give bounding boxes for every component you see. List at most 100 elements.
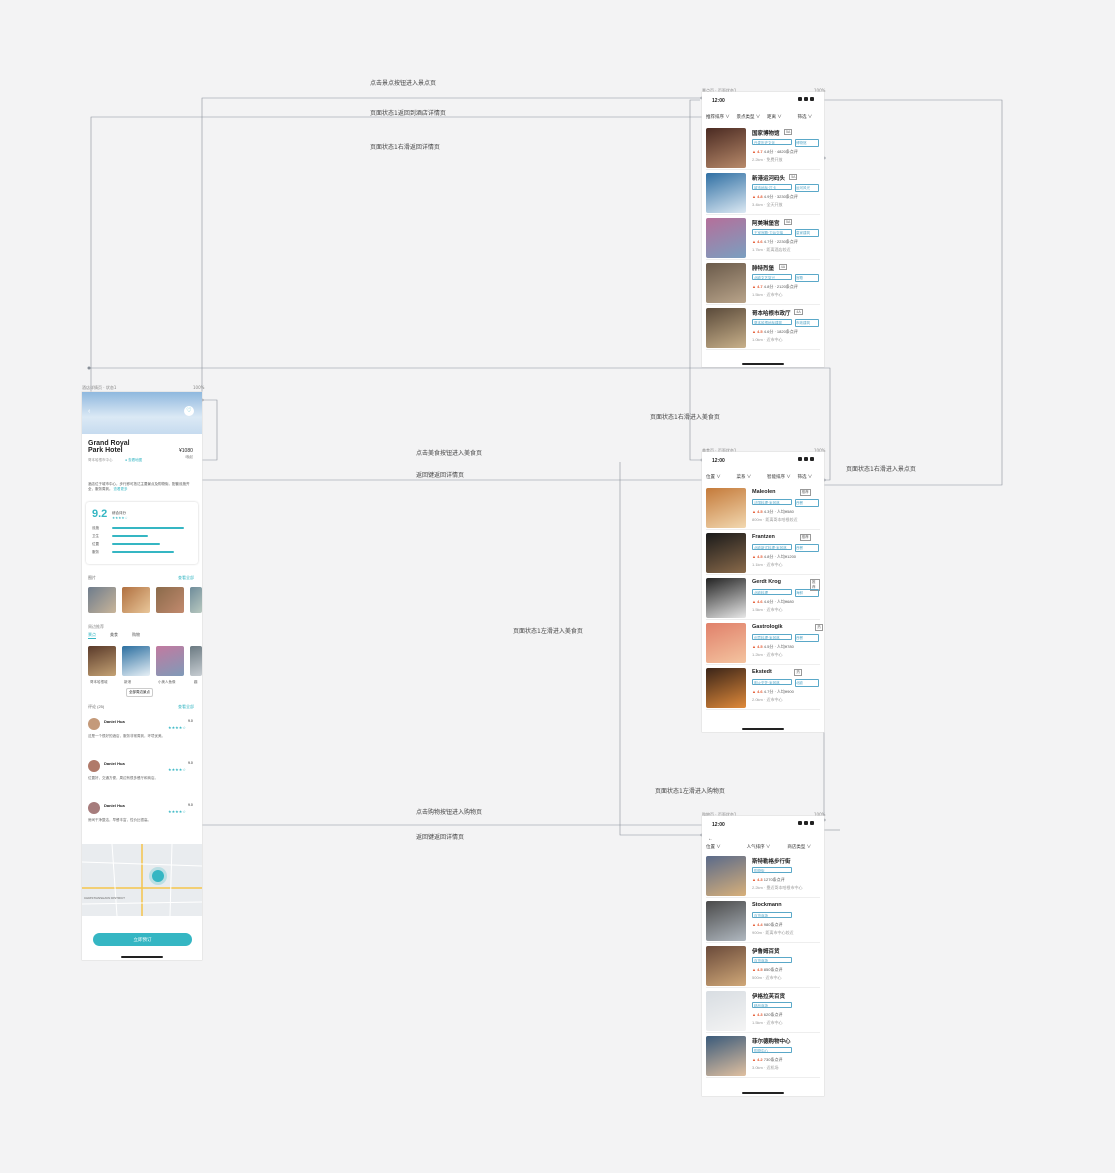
tab-attractions[interactable]: 景点 — [88, 632, 96, 639]
item-meta: 980条点评 — [763, 922, 783, 927]
hotel-address: 哥本哈根市中心 — [88, 458, 113, 462]
shopping-list-screen: 12:00 位置 ∨ 人气排序 ∨ 商店类型 ∨ ← 斯特勒格步行街 购物街 ▲ 4.3 … — [702, 816, 824, 1096]
photos-more-link[interactable]: 查看全部 — [178, 575, 194, 581]
list-item[interactable]: 国家博物馆 5A 丹麦历史文化 博物馆 ▲ 4.7 4.8分 · 4820条点评 2.2… — [706, 126, 820, 170]
item-rating: ▲ 4.7 4.8分 · 2120条点评 — [752, 284, 798, 290]
reviewer-name: Daniel Hua — [104, 719, 125, 724]
list-item[interactable]: 斯特勒格步行街 购物街 ▲ 4.3 1270条点评 2.2km · 靠近哥本哈根市中… — [706, 854, 820, 898]
more-link[interactable]: 查看更多 — [113, 487, 127, 491]
list-item[interactable]: 腓特烈堡 4A 北欧文艺复兴 宫殿 ▲ 4.7 4.8分 · 2120条点评 1.5km… — [706, 261, 820, 305]
item-rating: ▲ 4.8 4.9分 · 3230条点评 — [752, 194, 798, 200]
nearby-thumb[interactable] — [122, 646, 150, 676]
map-roads — [82, 843, 202, 917]
map-view[interactable]: CHRISTIANSHAVN DISTRICT — [82, 843, 202, 917]
list-item[interactable]: 伊鲁姆百货 百货商场 ▲ 4.5 850条点评 500m · 近市中心 — [706, 944, 820, 988]
item-badge: 热 — [815, 624, 823, 631]
item-score: 4.7 — [757, 149, 763, 154]
thumbs-up-icon: ▲ — [752, 967, 756, 972]
nearby-thumb[interactable] — [190, 646, 202, 676]
price: ¥1080 — [179, 448, 193, 454]
item-rating: ▲ 4.6 4.7分 · 2230条点评 — [752, 239, 798, 245]
filter-dropdown[interactable]: 菜系 ∨ — [737, 474, 752, 480]
item-tag: 王室宫殿·卫兵交接 — [752, 229, 792, 235]
hotel-name: Grand Royal Park Hotel — [88, 440, 130, 454]
list-item[interactable]: Maleolen 推荐 法国料理·米其林 西餐 ▲ 4.5 4.3分 · 人均¥580 … — [706, 486, 820, 530]
filter-dropdown[interactable]: 筛选 ∨ — [798, 474, 813, 480]
back-icon[interactable]: ‹ — [88, 408, 90, 415]
filter-dropdown[interactable]: 位置 ∨ — [706, 474, 721, 480]
list-item[interactable]: Frantzen 推荐 北欧新式料理·米其林 西餐 ▲ 4.5 4.8分 · 人均¥12… — [706, 531, 820, 575]
item-meta: 730条点评 — [763, 1057, 783, 1062]
list-item[interactable]: 哥本哈根市政厅 4A 哥本哈根地标建筑 市政建筑 ▲ 4.5 4.6分 · 1820条点… — [706, 306, 820, 350]
item-thumbnail — [706, 623, 746, 663]
list-item[interactable]: Ekstedt 热明火烹饪·米其林 北欧 ▲ 4.6 4.7分 · 人均¥900 2.… — [706, 666, 820, 710]
filter-dropdown[interactable]: 人气排序 ∨ — [747, 844, 771, 850]
item-distance: 800m · 距离哥本哈根较近 — [752, 517, 798, 522]
item-distance: 3.4km · 全天开放 — [752, 202, 783, 207]
photo-thumb[interactable] — [88, 587, 116, 613]
item-score: 4.6 — [757, 689, 763, 694]
nearby-thumb[interactable] — [88, 646, 116, 676]
list-item[interactable]: 伊格拉芙百货 精品商场 ▲ 4.3 620条点评 1.5km · 近市中心 — [706, 989, 820, 1033]
book-now-button[interactable]: 立即预订 — [93, 933, 192, 946]
thumbs-up-icon: ▲ — [752, 1012, 756, 1017]
filter-dropdown[interactable]: 景点类型 ∨ — [737, 114, 761, 120]
item-tag: 百货商场 — [752, 957, 792, 963]
filter-dropdown[interactable]: 位置 ∨ — [706, 844, 721, 850]
filter-dropdown[interactable]: 商店类型 ∨ — [787, 844, 811, 850]
filter-dropdown[interactable]: 智能排序 ∨ — [767, 474, 791, 480]
item-tag: 城市地标·打卡 — [752, 184, 792, 190]
rating-row-label: 服务 — [92, 550, 99, 554]
item-rating: ▲ 4.4 980条点评 — [752, 922, 782, 928]
home-indicator — [742, 363, 784, 365]
tab-food[interactable]: 美食 — [110, 632, 118, 638]
list-item[interactable]: Gastrologik 热创意料理·米其林 西餐 ▲ 4.5 4.5分 · 人均¥78… — [706, 621, 823, 665]
reviews-heading: 评论 (25) — [88, 704, 105, 709]
list-item[interactable]: Gerdt Krog 推荐 北欧料理 海鲜 ▲ 4.6 4.6分 · 人均¥680 1.… — [706, 576, 820, 620]
item-tag: 法国料理·米其林 — [752, 499, 792, 505]
back-icon[interactable]: ← — [708, 836, 713, 842]
photo-thumb[interactable] — [122, 587, 150, 613]
all-nearby-button[interactable]: 全部周边景点 — [126, 688, 153, 697]
item-meta: 4.8分 · 人均¥1200 — [763, 554, 797, 559]
review-item: Daniel Hua 9.0 ★★★★☆ 房间干净整洁，早餐丰富，性价比很高。 — [88, 802, 196, 840]
item-thumbnail — [706, 578, 746, 618]
item-meta: 4.5分 · 人均¥780 — [763, 644, 794, 649]
list-item[interactable]: Stockmann 百货商场 ▲ 4.4 980条点评 900m · 距离市中心较近 — [706, 899, 820, 943]
review-stars: ★★★★☆ — [168, 725, 186, 730]
filter-dropdown[interactable]: 筛选 ∨ — [798, 114, 813, 120]
list-item[interactable]: 阿美琳堡宫 5A 王室宫殿·卫兵交接 皇家建筑 ▲ 4.6 4.7分 · 2230条点评… — [706, 216, 820, 260]
list-item[interactable]: 新港运河码头 5A 城市地标·打卡 运河风光 ▲ 4.8 4.9分 · 3230条点评 … — [706, 171, 820, 215]
home-indicator — [742, 728, 784, 730]
connector-label: 页面状态1返回到酒店详情页 — [370, 110, 446, 117]
review-text: 房间干净整洁，早餐丰富，性价比很高。 — [88, 818, 151, 822]
map-link[interactable]: ● 查看地图 — [125, 458, 142, 463]
item-thumbnail — [706, 173, 746, 213]
connector-label: 页面状态1左滑进入美食页 — [513, 628, 583, 635]
item-thumbnail — [706, 533, 746, 573]
item-badge: 4A — [778, 264, 788, 270]
reviews-more-link[interactable]: 查看全部 — [178, 704, 194, 710]
signal-battery-icon — [796, 821, 818, 825]
item-score: 4.5 — [757, 967, 763, 972]
nearby-caption: 小美人鱼像 — [158, 680, 176, 684]
favorite-heart-icon[interactable]: ♡ — [184, 406, 194, 416]
list-item[interactable]: 菲尔德购物中心 购物中心 ▲ 4.2 730条点评 3.0km · 近机场 — [706, 1034, 820, 1078]
item-badge: 4A — [794, 309, 803, 315]
thumbs-up-icon: ▲ — [752, 554, 756, 559]
item-score: 4.5 — [757, 329, 763, 334]
filter-dropdown[interactable]: 距离 ∨ — [767, 114, 782, 120]
review-text: 这是一个很好的酒店，服务非常周到，环境优美。 — [88, 734, 165, 738]
photo-thumb[interactable] — [190, 587, 202, 613]
screen-caption: 酒店详情页 · 状态1 — [82, 385, 117, 390]
photo-thumb[interactable] — [156, 587, 184, 613]
item-rating: ▲ 4.2 730条点评 — [752, 1057, 782, 1063]
connector-label: 点击美食按钮进入美食页 — [416, 450, 483, 457]
item-tag: 北欧 — [795, 679, 819, 687]
item-name: Gerdt Krog — [752, 579, 782, 585]
item-thumbnail — [706, 991, 746, 1031]
item-score: 4.2 — [757, 1057, 763, 1062]
tab-shopping[interactable]: 购物 — [132, 632, 140, 638]
nearby-thumb[interactable] — [156, 646, 184, 676]
filter-dropdown[interactable]: 推荐排序 ∨ — [706, 114, 730, 120]
